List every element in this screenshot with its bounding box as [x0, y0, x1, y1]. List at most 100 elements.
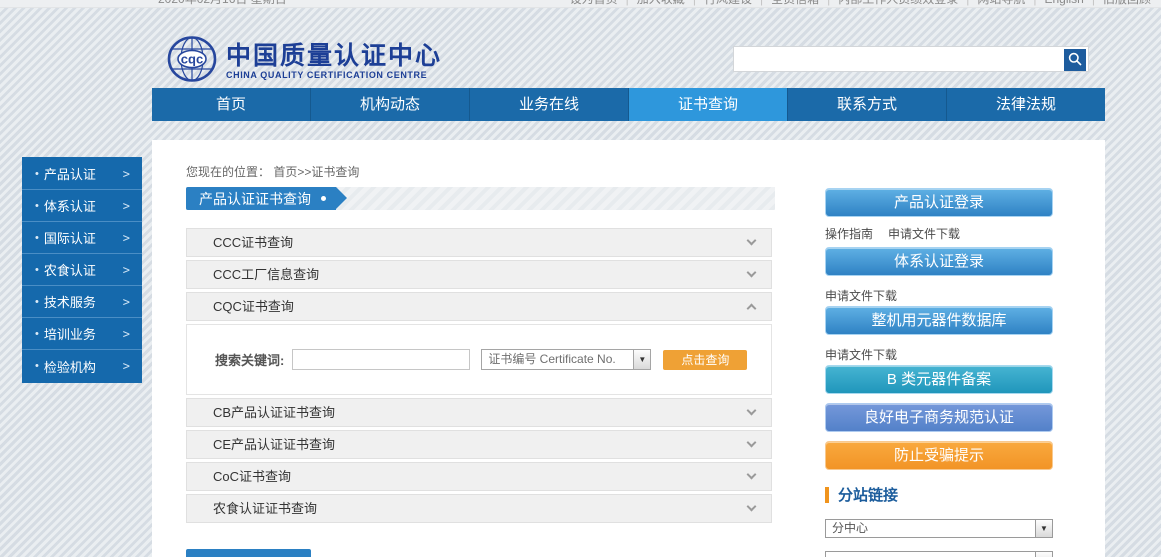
subsite-links-header: 分站链接: [825, 484, 898, 505]
top-link-staff-login[interactable]: 内部工作人员绩效登录: [819, 0, 958, 7]
component-database-button[interactable]: 整机用元器件数据库: [825, 306, 1053, 335]
nav-item-online-business[interactable]: 业务在线: [470, 88, 629, 121]
accordion-ccc-certificate[interactable]: CCC证书查询: [186, 228, 772, 257]
bullet-icon: •: [35, 296, 39, 308]
accordion-coc-certificate[interactable]: CoC证书查询: [186, 462, 772, 491]
chevron-right-icon: >: [123, 263, 130, 277]
right-links-row: 操作指南 申请文件下载: [825, 225, 960, 242]
accordion-ce-certificate[interactable]: CE产品认证证书查询: [186, 430, 772, 459]
certificate-field-select[interactable]: 证书编号 Certificate No. ▼: [481, 349, 651, 370]
sidebar-item-agrifood-cert[interactable]: • 农食认证 >: [22, 254, 142, 286]
main-nav: 首页 机构动态 业务在线 证书查询 联系方式 法律法规: [152, 88, 1105, 121]
class-b-component-button[interactable]: B 类元器件备案: [825, 365, 1053, 394]
chevron-down-icon: [747, 236, 757, 246]
chevron-down-icon: [747, 502, 757, 512]
top-link-conduct[interactable]: 行风建设: [685, 0, 752, 7]
accordion-cqc-certificate[interactable]: CQC证书查询: [186, 292, 772, 321]
dropdown-arrow-icon[interactable]: ▼: [1035, 520, 1052, 537]
bullet-icon: •: [35, 360, 39, 372]
chevron-right-icon: >: [123, 359, 130, 373]
sidebar-item-training[interactable]: • 培训业务 >: [22, 318, 142, 350]
search-input[interactable]: [738, 47, 1058, 71]
chevron-down-icon: [747, 268, 757, 278]
application-download-link[interactable]: 申请文件下载: [888, 225, 960, 242]
subsite-links-title: 分站链接: [838, 484, 898, 505]
subsite-select-peek[interactable]: ▼: [825, 551, 1053, 557]
accordion-label: CCC证书查询: [213, 235, 293, 250]
accordion-label: CE产品认证证书查询: [213, 437, 335, 452]
cqc-logo[interactable]: cqc 中国质量认证中心 CHINA QUALITY CERTIFICATION…: [167, 34, 442, 89]
sidebar-item-product-cert[interactable]: • 产品认证 >: [22, 158, 142, 190]
right-links-row: 申请文件下载: [825, 287, 897, 304]
accordion-label: 农食认证证书查询: [213, 501, 317, 516]
dropdown-arrow-icon[interactable]: ▼: [1035, 552, 1052, 557]
ecommerce-standard-button[interactable]: 良好电子商务规范认证: [825, 403, 1053, 432]
bullet-icon: •: [35, 168, 39, 180]
search-button[interactable]: [1064, 49, 1086, 71]
select-value: 证书编号 Certificate No.: [482, 350, 633, 369]
bullet-icon: •: [35, 264, 39, 276]
site-search: [733, 46, 1089, 72]
logo-subtitle: CHINA QUALITY CERTIFICATION CENTRE: [226, 70, 442, 80]
chevron-down-icon: [747, 470, 757, 480]
accordion-label: CCC工厂信息查询: [213, 267, 319, 282]
system-cert-login-button[interactable]: 体系认证登录: [825, 247, 1053, 276]
fraud-prevention-button[interactable]: 防止受骗提示: [825, 441, 1053, 470]
nav-item-laws[interactable]: 法律法规: [947, 88, 1105, 121]
top-link-favorite[interactable]: 加入收藏: [618, 0, 685, 7]
cqc-search-panel: 搜索关键词: 证书编号 Certificate No. ▼ 点击查询: [186, 324, 772, 395]
breadcrumb: 您现在的位置： 首页>>证书查询: [186, 163, 359, 180]
nav-item-news[interactable]: 机构动态: [311, 88, 470, 121]
keyword-input[interactable]: [292, 349, 470, 370]
top-link-mailbox[interactable]: 全员信箱: [752, 0, 819, 7]
select-value: 分中心: [826, 520, 1035, 537]
certificate-query-accordion: CCC证书查询 CCC工厂信息查询 CQC证书查询 搜索关键词: 证书编号 Ce…: [186, 228, 772, 526]
operation-guide-link[interactable]: 操作指南: [825, 225, 873, 242]
dot-icon: [321, 196, 326, 201]
accordion-ccc-factory-info[interactable]: CCC工厂信息查询: [186, 260, 772, 289]
accordion-agrifood-certificate[interactable]: 农食认证证书查询: [186, 494, 772, 523]
right-links-row: 申请文件下载: [825, 346, 897, 363]
chevron-right-icon: >: [123, 167, 130, 181]
chevron-down-icon: [747, 438, 757, 448]
accordion-cb-certificate[interactable]: CB产品认证证书查询: [186, 398, 772, 427]
sidebar-item-label: 技术服务: [44, 292, 96, 311]
application-download-link[interactable]: 申请文件下载: [825, 346, 897, 363]
accordion-label: CQC证书查询: [213, 299, 294, 314]
chevron-right-icon: >: [123, 327, 130, 341]
sidebar-item-label: 检验机构: [44, 357, 96, 376]
svg-text:cqc: cqc: [181, 52, 203, 67]
nav-item-home[interactable]: 首页: [152, 88, 311, 121]
chevron-right-icon: >: [123, 199, 130, 213]
page-title: 产品认证证书查询: [199, 189, 311, 209]
sidebar-item-technical-service[interactable]: • 技术服务 >: [22, 286, 142, 318]
top-utility-bar: 2020年02月16日 星期日 设为首页 加入收藏 行风建设 全员信箱 内部工作…: [0, 0, 1161, 8]
next-section-tab-peek: [186, 549, 311, 557]
page-root: 2020年02月16日 星期日 设为首页 加入收藏 行风建设 全员信箱 内部工作…: [0, 0, 1161, 557]
chevron-right-icon: >: [123, 295, 130, 309]
section-title-tab: 产品认证证书查询: [186, 187, 336, 210]
branch-center-select[interactable]: 分中心 ▼: [825, 519, 1053, 538]
search-keyword-label: 搜索关键词:: [215, 350, 284, 369]
nav-item-contact[interactable]: 联系方式: [788, 88, 947, 121]
top-link-old-version[interactable]: 旧版回顾: [1084, 0, 1151, 7]
sidebar-item-label: 体系认证: [44, 196, 96, 215]
product-cert-login-button[interactable]: 产品认证登录: [825, 188, 1053, 217]
chevron-up-icon: [747, 304, 757, 314]
bullet-icon: •: [35, 232, 39, 244]
top-link-site-map[interactable]: 网站导航: [958, 0, 1025, 7]
top-link-english[interactable]: English: [1025, 0, 1083, 7]
chevron-down-icon: [747, 406, 757, 416]
sidebar-item-system-cert[interactable]: • 体系认证 >: [22, 190, 142, 222]
nav-item-certificate-query[interactable]: 证书查询: [629, 88, 788, 121]
application-download-link[interactable]: 申请文件下载: [825, 287, 897, 304]
dropdown-arrow-icon[interactable]: ▼: [633, 350, 650, 369]
sidebar-item-international-cert[interactable]: • 国际认证 >: [22, 222, 142, 254]
top-link-set-home[interactable]: 设为首页: [570, 0, 618, 7]
query-submit-button[interactable]: 点击查询: [663, 350, 747, 370]
logo-title: 中国质量认证中心: [226, 43, 442, 70]
accordion-label: CoC证书查询: [213, 469, 291, 484]
accordion-label: CB产品认证证书查询: [213, 405, 335, 420]
current-date: 2020年02月16日 星期日: [158, 0, 287, 7]
sidebar-item-inspection[interactable]: • 检验机构 >: [22, 350, 142, 382]
